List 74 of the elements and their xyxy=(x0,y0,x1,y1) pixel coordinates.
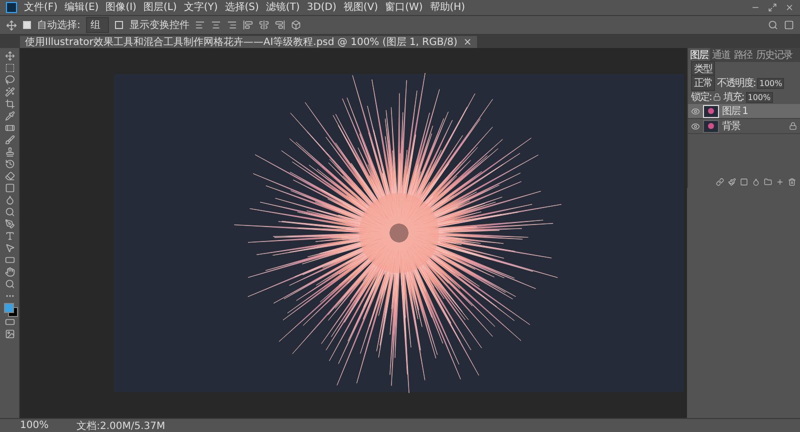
align-icon[interactable] xyxy=(259,20,270,30)
new-layer-icon[interactable] xyxy=(776,178,784,186)
search-icon[interactable] xyxy=(768,20,778,30)
panel-tab[interactable]: 历史记录 xyxy=(754,48,794,62)
move-icon[interactable] xyxy=(4,51,14,61)
folder-icon[interactable] xyxy=(764,178,772,186)
layer-name: 背景 xyxy=(722,120,740,133)
3d-icon[interactable] xyxy=(291,20,302,30)
menu-item[interactable]: 文件(F) xyxy=(24,2,58,14)
bandage-icon[interactable] xyxy=(4,123,14,133)
align-icon[interactable] xyxy=(211,20,222,30)
menu-item[interactable]: 选择(S) xyxy=(224,2,259,14)
layer-row[interactable]: 图层 1 xyxy=(688,104,800,119)
eyedropper-icon[interactable] xyxy=(4,111,14,121)
panel-tab[interactable]: 路径 xyxy=(732,48,754,62)
menu-item[interactable]: 帮助(H) xyxy=(430,2,466,14)
panel-tab[interactable]: 图层 xyxy=(688,48,710,62)
menu-item[interactable]: 图层(L) xyxy=(143,2,177,14)
close-tab-icon[interactable]: × xyxy=(463,36,472,48)
menu-item[interactable]: 编辑(E) xyxy=(64,2,99,14)
color-swatches-icon[interactable] xyxy=(4,303,16,315)
lasso-icon[interactable] xyxy=(4,75,14,85)
app-logo-icon xyxy=(6,2,17,13)
align-icon[interactable] xyxy=(275,20,286,30)
align-icon[interactable] xyxy=(243,20,254,30)
pen-icon[interactable] xyxy=(4,219,14,229)
panel-tab[interactable]: 通道 xyxy=(710,48,732,62)
menu-item[interactable]: 滤镜(T) xyxy=(266,2,300,14)
magnifier-icon[interactable] xyxy=(4,207,14,217)
menu-item[interactable]: 视图(V) xyxy=(343,2,378,14)
layer-thumbnail xyxy=(703,120,719,132)
align-icon[interactable] xyxy=(227,20,238,30)
menu-item[interactable]: 3D(D) xyxy=(306,2,336,14)
stamp-icon[interactable] xyxy=(4,147,14,157)
transform-label: 显示变换控件 xyxy=(129,18,190,32)
opacity-label: 不透明度: xyxy=(717,76,756,90)
close-icon[interactable] xyxy=(785,3,794,12)
blend-mode-dropdown[interactable]: 正常 xyxy=(691,75,715,91)
menu-item[interactable]: 图像(I) xyxy=(106,2,136,14)
document-tab[interactable]: 使用Illustrator效果工具和混合工具制作网格花卉——AI等级教程.psd @ 100% (图层 1, RGB/8) × xyxy=(20,36,477,48)
menu-item[interactable]: 文字(Y) xyxy=(184,2,218,14)
drop-icon[interactable] xyxy=(4,195,14,205)
layer-name: 图层 1 xyxy=(722,105,748,118)
maximize-icon[interactable] xyxy=(768,3,777,12)
align-icon[interactable] xyxy=(195,20,206,30)
auto-select-checkbox[interactable] xyxy=(23,21,31,29)
trash-icon[interactable] xyxy=(788,178,796,186)
crop-icon[interactable] xyxy=(4,99,14,109)
lock-label: 锁定: xyxy=(691,90,712,104)
eye-icon[interactable] xyxy=(691,106,700,116)
hand-icon[interactable] xyxy=(4,267,14,277)
document-size: 文档:2.00M/5.37M xyxy=(76,420,166,432)
move-icon[interactable] xyxy=(6,20,17,30)
layer-thumbnail xyxy=(703,104,719,118)
rectangle-icon[interactable] xyxy=(4,255,14,265)
layer-row[interactable]: 背景 xyxy=(688,119,800,134)
opacity-field[interactable]: 100% xyxy=(757,78,784,88)
auto-select-label: 自动选择: xyxy=(37,18,80,32)
menu-item[interactable]: 窗口(W) xyxy=(385,2,423,14)
zoom-icon[interactable] xyxy=(4,279,14,289)
transform-checkbox[interactable] xyxy=(115,21,124,29)
marquee-icon[interactable] xyxy=(4,63,14,73)
eye-icon[interactable] xyxy=(691,122,700,130)
fill-field[interactable]: 100% xyxy=(746,92,773,102)
eraser-icon[interactable] xyxy=(4,171,14,181)
target-dropdown[interactable]: 组 xyxy=(86,17,110,33)
brush-icon[interactable] xyxy=(4,135,14,145)
zoom-level: 100% xyxy=(20,420,49,431)
pointer-icon[interactable] xyxy=(4,243,14,253)
wand-icon[interactable] xyxy=(4,87,14,97)
fill-label: 填充: xyxy=(723,90,744,104)
lock-icon[interactable] xyxy=(713,93,722,101)
link-icon[interactable] xyxy=(716,178,724,186)
type-icon[interactable] xyxy=(4,231,14,241)
